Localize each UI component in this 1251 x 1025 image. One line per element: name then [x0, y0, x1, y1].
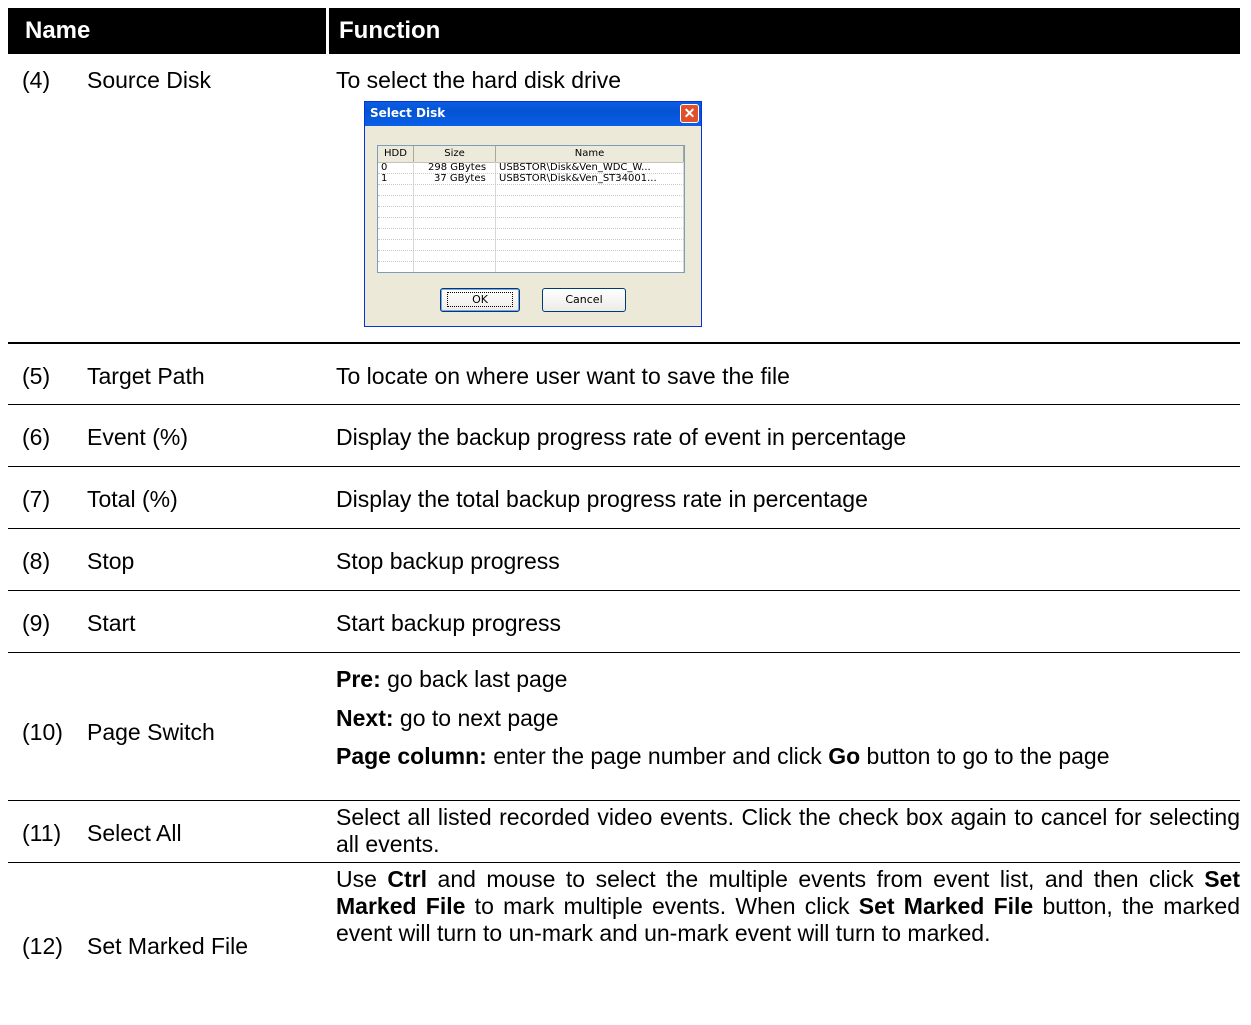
desc-text: to mark multiple events. When click: [465, 893, 859, 919]
row-number: (7): [22, 486, 51, 512]
disk-list-header: HDD Size Name: [378, 146, 684, 163]
page-column-line: Page column: enter the page number and c…: [336, 743, 1240, 770]
next-label: Next:: [336, 705, 394, 731]
disk-size: 298 GBytes: [428, 162, 487, 173]
row-name: Stop: [87, 548, 135, 574]
disk-name: USBSTOR\Disk&Ven_ST34001...: [499, 173, 657, 184]
row-desc: Display the backup progress rate of even…: [336, 424, 907, 450]
next-text: go to next page: [393, 705, 559, 731]
desc-text: Use: [336, 866, 388, 892]
page-column-text-2: button to go to the page: [860, 743, 1110, 769]
empty-row: [378, 218, 684, 229]
pre-line: Pre: go back last page: [336, 666, 1240, 693]
next-line: Next: go to next page: [336, 705, 1240, 732]
row-divider: [8, 652, 1240, 653]
column-size[interactable]: Size: [414, 146, 496, 162]
empty-row: [378, 240, 684, 251]
row-number: (8): [22, 548, 51, 574]
row-number: (9): [22, 610, 51, 636]
header-function: Function: [339, 17, 441, 44]
column-hdd[interactable]: HDD: [378, 146, 414, 162]
row-number: (10): [22, 719, 63, 745]
select-disk-dialog: Select Disk ✕ HDD Size Name 0 298 GBytes…: [364, 101, 702, 327]
row-desc: Display the total backup progress rate i…: [336, 486, 868, 512]
row-number: (12): [22, 933, 63, 959]
desc-text: and mouse to select the multiple events …: [427, 866, 1205, 892]
go-label: Go: [828, 743, 861, 769]
cancel-button[interactable]: Cancel: [542, 288, 626, 312]
row-name: Total (%): [87, 486, 178, 512]
set-marked-file-label: Set Marked File: [858, 893, 1034, 919]
row-divider: [8, 800, 1240, 801]
empty-row: [378, 229, 684, 240]
dialog-title-bar: Select Disk ✕: [365, 102, 701, 126]
dialog-title: Select Disk: [370, 106, 446, 120]
row-number: (4): [22, 67, 51, 93]
table-header: Name Function: [8, 8, 1240, 54]
row-desc: Select all listed recorded video events.…: [336, 804, 1240, 857]
page-column-label: Page column:: [336, 743, 487, 769]
close-icon[interactable]: ✕: [680, 104, 699, 123]
empty-row: [378, 185, 684, 196]
row-name: Event (%): [87, 424, 188, 450]
row-divider: [8, 528, 1240, 529]
row-name: Set Marked File: [87, 933, 249, 959]
empty-row: [378, 262, 684, 272]
row-divider: [8, 404, 1240, 405]
empty-row: [378, 207, 684, 218]
row-name: Page Switch: [87, 719, 215, 745]
pre-label: Pre:: [336, 666, 381, 692]
disk-hdd: 0: [381, 162, 388, 173]
header-divider: [326, 8, 329, 54]
ctrl-label: Ctrl: [387, 866, 428, 892]
disk-size: 37 GBytes: [434, 173, 486, 184]
row-desc: To locate on where user want to save the…: [336, 363, 790, 389]
row-desc: To select the hard disk drive: [336, 67, 622, 93]
row-desc: Start backup progress: [336, 610, 562, 636]
row-divider: [8, 466, 1240, 467]
header-name: Name: [25, 17, 91, 44]
row-number: (5): [22, 363, 51, 389]
row-name: Target Path: [87, 363, 205, 389]
column-name[interactable]: Name: [496, 146, 684, 162]
row-name: Start: [87, 610, 136, 636]
row-desc: Use Ctrl and mouse to select the multipl…: [336, 866, 1240, 947]
disk-hdd: 1: [381, 173, 388, 184]
row-name: Select All: [87, 820, 182, 846]
row-number: (6): [22, 424, 51, 450]
row-desc: Stop backup progress: [336, 548, 560, 574]
row-divider: [8, 862, 1240, 863]
row-number: (11): [22, 820, 62, 846]
row-name: Source Disk: [87, 67, 211, 93]
disk-name: USBSTOR\Disk&Ven_WDC_W...: [499, 162, 651, 173]
ok-button[interactable]: OK: [440, 288, 520, 312]
page-column-text-1: enter the page number and click: [486, 743, 829, 769]
pre-text: go back last page: [380, 666, 568, 692]
empty-row: [378, 196, 684, 207]
row-divider: [8, 342, 1240, 344]
ok-label: OK: [447, 292, 513, 307]
row-divider: [8, 590, 1240, 591]
empty-row: [378, 251, 684, 262]
disk-row[interactable]: 1 37 GBytes USBSTOR\Disk&Ven_ST34001...: [378, 173, 684, 185]
disk-list: HDD Size Name 0 298 GBytes USBSTOR\Disk&…: [377, 145, 685, 273]
